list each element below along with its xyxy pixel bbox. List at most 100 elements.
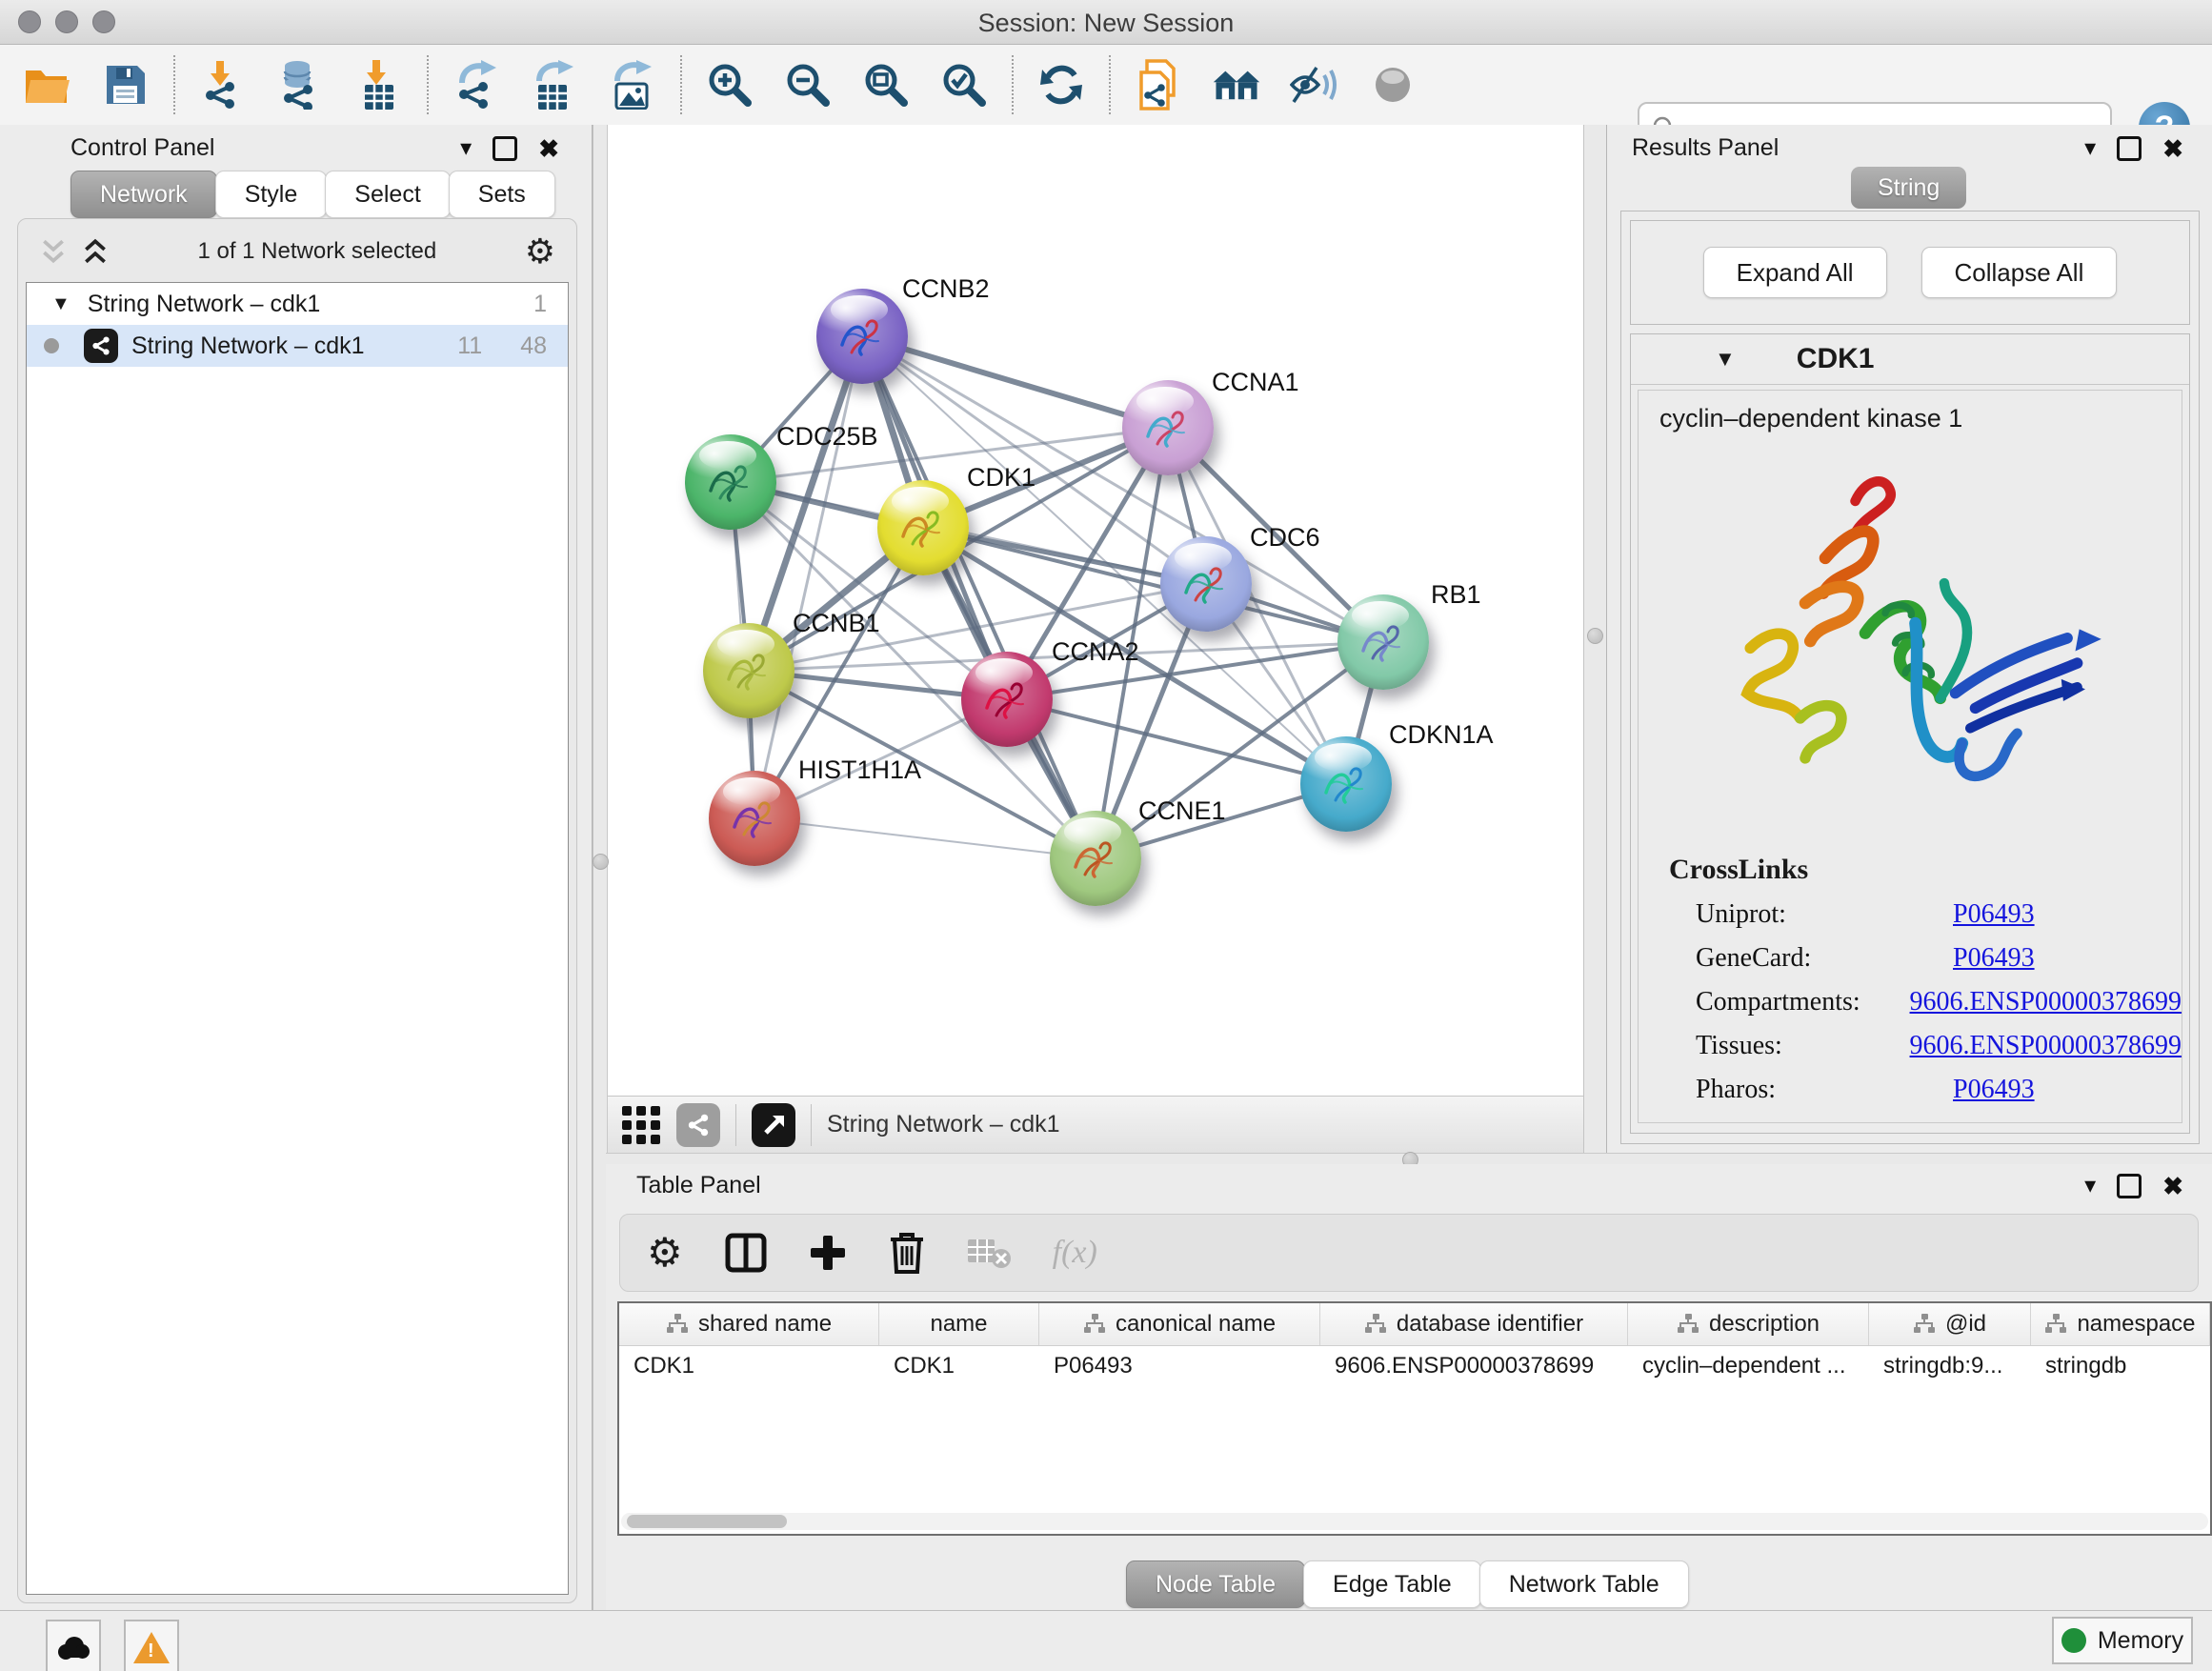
zoom-out-icon[interactable] — [783, 60, 833, 110]
node-cdkn1a[interactable] — [1300, 736, 1392, 832]
column-header--id[interactable]: @id — [1869, 1303, 2031, 1345]
column-header-description[interactable]: description — [1628, 1303, 1869, 1345]
expand-all-networks-icon[interactable] — [39, 237, 68, 266]
import-network-database-icon[interactable] — [276, 60, 326, 110]
results-panel-float-icon[interactable] — [2117, 136, 2142, 161]
export-table-icon[interactable] — [530, 60, 579, 110]
right-splitter[interactable] — [1583, 125, 1608, 1153]
memory-label: Memory — [2098, 1627, 2183, 1655]
node-hist1h1a[interactable] — [709, 771, 800, 866]
table-panel-menu-icon[interactable]: ▾ — [2084, 1175, 2096, 1198]
control-panel-menu-icon[interactable]: ▾ — [460, 137, 472, 160]
collapse-all-button[interactable]: Collapse All — [1921, 247, 2118, 298]
results-panel-menu-icon[interactable]: ▾ — [2084, 137, 2096, 160]
table-cell[interactable]: CDK1 — [619, 1346, 879, 1386]
tab-sets[interactable]: Sets — [449, 171, 555, 218]
column-header-name[interactable]: name — [879, 1303, 1039, 1345]
create-column-icon[interactable] — [809, 1234, 847, 1272]
cytoscape-window: Session: New Session — [0, 0, 2212, 1671]
crosslink-link[interactable]: 9606.ENSP00000378699 — [1910, 987, 2182, 1017]
tab-network-table[interactable]: Network Table — [1479, 1560, 1689, 1608]
delete-column-icon[interactable] — [889, 1231, 925, 1275]
memory-button[interactable]: Memory — [2052, 1617, 2193, 1664]
zoom-fit-icon[interactable] — [861, 60, 911, 110]
network-overview-icon[interactable] — [676, 1103, 720, 1147]
table-panel-close-icon[interactable]: ✖ — [2162, 1174, 2183, 1198]
hide-selected-icon[interactable] — [1290, 60, 1339, 110]
collapse-all-networks-icon[interactable] — [81, 237, 110, 266]
tab-select[interactable]: Select — [325, 171, 450, 218]
save-session-icon[interactable] — [101, 60, 151, 110]
results-panel-close-icon[interactable]: ✖ — [2162, 136, 2183, 161]
delete-table-icon — [967, 1236, 1011, 1270]
network-canvas[interactable]: CCNB2CCNA1CDC25BCDK1CDC6RB1CCNB1CCNA2CDK… — [606, 125, 1583, 1096]
gene-collapse-icon[interactable]: ▼ — [1715, 347, 1736, 372]
table-toolbar: ⚙ f(x) — [619, 1214, 2199, 1292]
export-network-icon[interactable] — [452, 60, 501, 110]
column-header-database-identifier[interactable]: database identifier — [1320, 1303, 1628, 1345]
network-edge[interactable] — [862, 336, 1168, 428]
table-cell[interactable]: stringdb — [2031, 1346, 2210, 1386]
table-row[interactable]: CDK1CDK1P064939606.ENSP00000378699cyclin… — [619, 1346, 2210, 1386]
tab-style[interactable]: Style — [215, 171, 328, 218]
open-session-icon[interactable] — [23, 60, 72, 110]
tab-network[interactable]: Network — [70, 171, 217, 218]
node-cdc25b[interactable] — [685, 434, 776, 530]
node-ccnb1[interactable] — [703, 623, 794, 718]
crosslink-link[interactable]: 9606.ENSP00000378699 — [1910, 1031, 2182, 1061]
control-panel-float-icon[interactable] — [493, 136, 517, 161]
export-image-icon[interactable] — [608, 60, 657, 110]
table-cell[interactable]: CDK1 — [879, 1346, 1039, 1386]
network-edge[interactable] — [754, 818, 1096, 858]
table-cell[interactable]: P06493 — [1039, 1346, 1320, 1386]
table-cell[interactable]: 9606.ENSP00000378699 — [1320, 1346, 1628, 1386]
show-columns-icon[interactable] — [725, 1232, 767, 1274]
zoom-selected-icon[interactable] — [939, 60, 989, 110]
node-ccne1[interactable] — [1050, 811, 1141, 906]
collection-expand-icon[interactable]: ▼ — [51, 293, 70, 315]
refresh-icon[interactable] — [1036, 60, 1086, 110]
crosslink-label: Pharos: — [1696, 1075, 1953, 1105]
table-panel-float-icon[interactable] — [2117, 1174, 2142, 1198]
node-rb1[interactable] — [1337, 594, 1429, 690]
node-ccna1[interactable] — [1122, 380, 1214, 475]
network-collection-row[interactable]: ▼ String Network – cdk1 1 — [27, 283, 568, 325]
network-edges — [606, 125, 1583, 1096]
grid-view-icon[interactable] — [621, 1105, 661, 1145]
column-header-namespace[interactable]: namespace — [2031, 1303, 2210, 1345]
first-neighbors-icon[interactable] — [1212, 60, 1261, 110]
column-header-canonical-name[interactable]: canonical name — [1039, 1303, 1320, 1345]
warning-status-button[interactable]: ! — [124, 1620, 179, 1671]
network-from-document-icon[interactable] — [1134, 60, 1183, 110]
node-ccna2[interactable] — [961, 652, 1053, 747]
crosslink-link[interactable]: P06493 — [1953, 899, 2035, 930]
table-cell[interactable]: stringdb:9... — [1869, 1346, 2031, 1386]
column-header-shared-name[interactable]: shared name — [619, 1303, 879, 1345]
network-row[interactable]: String Network – cdk1 11 48 — [27, 325, 568, 367]
column-namespace-icon — [1677, 1314, 1699, 1335]
tab-edge-table[interactable]: Edge Table — [1303, 1560, 1481, 1608]
network-options-gear-icon[interactable]: ⚙ — [525, 232, 555, 272]
import-table-file-icon[interactable] — [354, 60, 404, 110]
network-selection-summary: 1 of 1 Network selected — [110, 238, 525, 265]
expand-all-button[interactable]: Expand All — [1703, 247, 1887, 298]
zoom-in-icon[interactable] — [705, 60, 754, 110]
crosslink-link[interactable]: P06493 — [1953, 943, 2035, 974]
table-options-gear-icon[interactable]: ⚙ — [647, 1233, 683, 1273]
node-cdk1[interactable] — [877, 480, 969, 575]
tab-node-table[interactable]: Node Table — [1126, 1560, 1305, 1608]
gene-header[interactable]: ▼ CDK1 — [1631, 334, 2189, 385]
detach-view-icon[interactable] — [752, 1103, 795, 1147]
crosslink-link[interactable]: P06493 — [1953, 1075, 2035, 1105]
table-horizontal-scrollbar[interactable] — [621, 1513, 2208, 1530]
column-namespace-icon — [1364, 1314, 1387, 1335]
node-cdc6[interactable] — [1160, 536, 1252, 632]
control-panel-close-icon[interactable]: ✖ — [538, 136, 559, 161]
table-cell[interactable]: cyclin–dependent ... — [1628, 1346, 1869, 1386]
cloud-status-button[interactable] — [46, 1620, 101, 1671]
node-ccnb2[interactable] — [816, 289, 908, 384]
table-tabs: Node Table Edge Table Network Table — [1126, 1560, 1687, 1608]
import-network-file-icon[interactable] — [198, 60, 248, 110]
network-edge[interactable] — [754, 336, 862, 818]
results-tab-string[interactable]: String — [1851, 167, 1966, 209]
